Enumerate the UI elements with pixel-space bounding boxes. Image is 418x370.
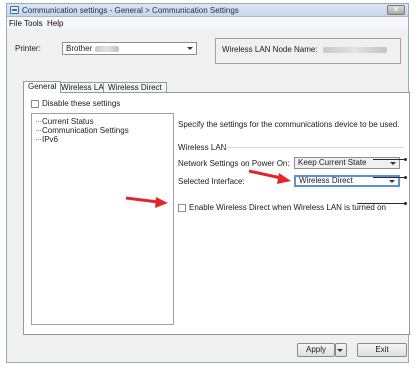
exit-button-label: Exit	[375, 345, 389, 354]
selected-interface-label: Selected Interface:	[178, 177, 245, 186]
group-divider	[222, 147, 404, 148]
menu-bar: File Tools Help	[7, 17, 408, 29]
app-icon	[10, 6, 19, 14]
redacted-model	[95, 45, 120, 52]
tab-wireless-direct-label: Wireless Direct	[108, 83, 162, 92]
enable-wireless-direct-label: Enable Wireless Direct when Wireless LAN…	[189, 203, 386, 213]
printer-select-value: Brother	[66, 44, 93, 53]
title-bar[interactable]: Communication settings - General > Commu…	[7, 4, 408, 17]
printer-select[interactable]: Brother	[62, 42, 197, 55]
tab-general[interactable]: General	[23, 81, 62, 93]
leader-line-network-settings	[373, 159, 405, 160]
apply-button-label: Apply	[305, 345, 326, 354]
exit-button[interactable]: Exit	[357, 343, 407, 357]
close-button[interactable]: ✕	[387, 5, 405, 15]
tree-item-communication-settings[interactable]: Communication Settings	[36, 126, 129, 135]
menu-tools[interactable]: Tools	[24, 19, 43, 28]
enable-wireless-direct-row[interactable]: Enable Wireless Direct when Wireless LAN…	[178, 203, 386, 212]
tree-item-current-status[interactable]: Current Status	[36, 117, 94, 126]
description-text: Specify the settings for the communicati…	[178, 120, 400, 129]
tab-general-label: General	[28, 82, 57, 91]
general-tab-panel: Disable these settings Current Status Co…	[23, 92, 410, 335]
leader-line-enable-wireless-direct	[357, 203, 405, 204]
leader-dot	[404, 176, 407, 179]
apply-dropdown-button[interactable]	[335, 343, 347, 357]
tree-item-ipv6[interactable]: IPv6	[36, 135, 58, 144]
redacted-node-name	[322, 46, 387, 53]
chevron-down-icon	[337, 349, 343, 352]
enable-wireless-direct-checkbox[interactable]	[178, 203, 186, 212]
tree-item-label: Communication Settings	[42, 126, 129, 135]
window-title: Communication settings - General > Commu…	[22, 6, 239, 15]
printer-label: Printer:	[15, 44, 41, 53]
leader-dot	[404, 202, 407, 205]
settings-tree: Current Status Communication Settings IP…	[31, 113, 174, 325]
disable-settings-checkbox[interactable]	[31, 99, 39, 108]
apply-button[interactable]: Apply	[297, 343, 335, 357]
chevron-down-icon	[389, 180, 395, 183]
leader-dot	[404, 158, 407, 161]
menu-file[interactable]: File	[9, 19, 22, 28]
network-settings-value: Keep Current State	[298, 158, 367, 167]
node-name-label: Wireless LAN Node Name:	[222, 45, 318, 54]
leader-line-selected-interface	[373, 177, 405, 178]
tree-item-label: IPv6	[42, 135, 59, 144]
selected-interface-value: Wireless Direct	[299, 176, 353, 185]
wireless-lan-group-title: Wireless LAN	[178, 143, 227, 152]
menu-help[interactable]: Help	[47, 19, 63, 28]
tree-item-label: Current Status	[42, 117, 94, 126]
chevron-down-icon	[187, 47, 193, 50]
close-icon: ✕	[392, 5, 400, 14]
chevron-down-icon	[390, 162, 396, 165]
disable-settings-row[interactable]: Disable these settings	[31, 99, 120, 108]
disable-settings-label: Disable these settings	[42, 99, 121, 109]
communication-settings-window: Communication settings - General > Commu…	[6, 3, 410, 363]
node-name-box: Wireless LAN Node Name:	[215, 38, 401, 64]
network-settings-label: Network Settings on Power On:	[178, 159, 290, 168]
